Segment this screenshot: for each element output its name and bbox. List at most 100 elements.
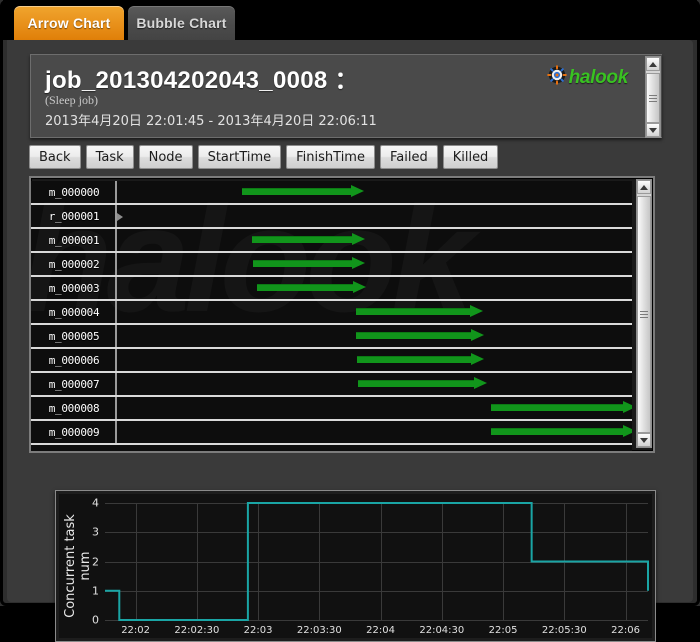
task-duration-arrow[interactable] <box>257 281 367 294</box>
arrow-head <box>353 281 367 293</box>
arrow-chart-row[interactable]: m_000007 <box>31 373 632 397</box>
toolbar-button-killed[interactable]: Killed <box>442 145 499 169</box>
main-panel: job_201304202043_0008 ： (Sleep job) 2013… <box>7 40 693 642</box>
toolbar-button-starttime[interactable]: StartTime <box>197 145 282 169</box>
arrow-head <box>471 353 485 365</box>
halook-wordmark: halook <box>568 66 629 88</box>
scrollbar-thumb[interactable] <box>637 196 651 433</box>
tab-bar: Arrow Chart Bubble Chart <box>3 0 697 40</box>
job-time-range: 2013年4月20日 22:01:45 - 2013年4月20日 22:06:1… <box>45 114 377 129</box>
arrow-shaft <box>252 260 353 267</box>
job-subtitle: (Sleep job) <box>45 93 98 107</box>
task-duration-arrow[interactable] <box>356 353 485 366</box>
arrow-shaft <box>251 236 353 243</box>
grip-icon <box>640 309 648 320</box>
task-label: m_000002 <box>48 257 100 271</box>
arrow-chart-row[interactable]: m_000003 <box>31 277 632 301</box>
task-label: m_000000 <box>48 185 100 199</box>
label-divider <box>115 421 117 443</box>
task-label: m_000001 <box>48 233 100 247</box>
label-divider <box>115 277 117 299</box>
arrow-chart-row[interactable]: m_000001 <box>31 229 632 253</box>
arrow-shaft <box>358 380 474 387</box>
arrow-head <box>622 401 632 413</box>
task-duration-arrow[interactable] <box>490 425 632 438</box>
toolbar-button-node[interactable]: Node <box>138 145 193 169</box>
arrow-chart: halook m_000000r_000001m_000001m_000002m… <box>29 176 655 453</box>
task-duration-arrow[interactable] <box>490 401 632 414</box>
toolbar-button-finishtime[interactable]: FinishTime <box>286 145 375 169</box>
window-frame: Arrow Chart Bubble Chart job_20130420204… <box>0 0 700 642</box>
task-label: m_000008 <box>48 401 100 415</box>
task-duration-arrow[interactable] <box>251 233 366 246</box>
arrow-chart-row[interactable]: m_000009 <box>31 421 632 445</box>
triangle-up-icon <box>640 184 648 190</box>
toolbar-button-task[interactable]: Task <box>85 145 134 169</box>
task-duration-arrow[interactable] <box>355 329 485 342</box>
job-header-scrollbar[interactable] <box>645 56 661 138</box>
arrow-shaft <box>355 332 472 339</box>
task-label: m_000003 <box>48 281 100 295</box>
scroll-down-button[interactable] <box>637 433 651 447</box>
grip-icon <box>649 93 657 104</box>
arrow-chart-row[interactable]: m_000000 <box>31 181 632 205</box>
arrow-shaft <box>356 356 472 363</box>
toolbar-button-back[interactable]: Back <box>29 145 81 169</box>
scroll-up-button[interactable] <box>646 57 660 71</box>
label-divider <box>115 397 117 419</box>
arrow-chart-scrollbar[interactable] <box>636 179 652 448</box>
tab-bubble-chart[interactable]: Bubble Chart <box>128 6 235 40</box>
arrow-shaft <box>490 428 623 435</box>
label-divider <box>115 181 117 203</box>
task-label: m_000006 <box>48 353 100 367</box>
arrow-chart-row[interactable]: m_000004 <box>31 301 632 325</box>
arrow-shaft <box>355 308 470 315</box>
arrow-head <box>471 329 485 341</box>
line-series-path <box>105 502 649 621</box>
label-divider <box>115 301 117 323</box>
halook-logo: halook <box>546 65 629 90</box>
line-chart-plot-area: Concurrent task num 0 1 2 3 4 22:02 22:02:30 22… <box>59 494 652 638</box>
label-divider <box>115 229 117 251</box>
triangle-down-icon <box>649 127 657 133</box>
arrow-shaft <box>257 284 354 291</box>
arrow-head <box>469 305 483 317</box>
arrow-chart-row[interactable]: m_000002 <box>31 253 632 277</box>
tab-arrow-chart[interactable]: Arrow Chart <box>14 6 124 40</box>
arrow-head <box>350 185 364 197</box>
task-label: m_000009 <box>48 425 100 439</box>
arrow-chart-row[interactable]: m_000006 <box>31 349 632 373</box>
caret-right-icon <box>117 213 123 221</box>
job-title: job_201304202043_0008 ： <box>45 67 359 94</box>
scroll-down-button[interactable] <box>646 123 660 137</box>
task-label: r_000001 <box>48 209 100 223</box>
label-divider <box>115 325 117 347</box>
task-label: m_000005 <box>48 329 100 343</box>
scroll-up-button[interactable] <box>637 180 651 194</box>
arrow-head <box>352 257 366 269</box>
label-divider <box>115 349 117 371</box>
arrow-shaft <box>490 404 623 411</box>
arrow-head <box>622 425 632 437</box>
arrow-head <box>352 233 366 245</box>
job-header-box: job_201304202043_0008 ： (Sleep job) 2013… <box>30 54 662 138</box>
filter-toolbar: Back Task Node StartTime FinishTime Failed Kil… <box>29 145 499 169</box>
label-divider <box>115 373 117 395</box>
concurrent-task-line-chart: Concurrent task num 0 1 2 3 4 22:02 22:02:30 22… <box>55 490 656 642</box>
task-duration-arrow[interactable] <box>355 305 483 318</box>
toolbar-button-failed[interactable]: Failed <box>379 145 438 169</box>
arrow-chart-row[interactable]: m_000005 <box>31 325 632 349</box>
task-duration-arrow[interactable] <box>252 257 366 270</box>
arrow-chart-plot: halook m_000000r_000001m_000001m_000002m… <box>31 181 632 451</box>
task-label: m_000007 <box>48 377 100 391</box>
label-divider <box>115 253 117 275</box>
task-label: m_000004 <box>48 305 100 319</box>
scrollbar-thumb[interactable] <box>646 73 660 123</box>
arrow-chart-row[interactable]: m_000008 <box>31 397 632 421</box>
arrow-chart-row[interactable]: r_000001 <box>31 205 632 229</box>
task-duration-arrow[interactable] <box>358 377 487 390</box>
arrow-shaft <box>241 188 351 195</box>
arrow-head <box>473 377 487 389</box>
task-duration-arrow[interactable] <box>241 185 364 198</box>
triangle-down-icon <box>640 437 648 443</box>
